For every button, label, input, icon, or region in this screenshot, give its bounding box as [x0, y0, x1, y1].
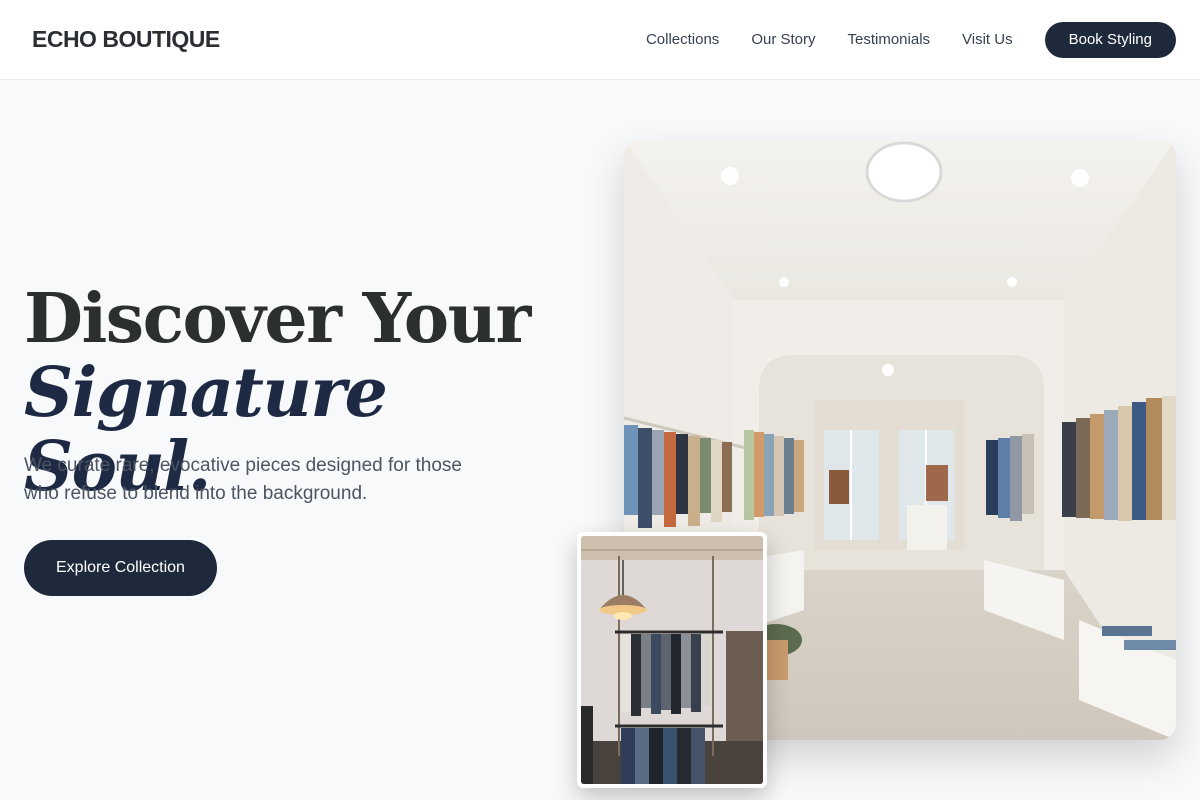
nav-link-collections[interactable]: Collections — [646, 31, 719, 48]
hero-subtitle: We curate rare, evocative pieces designe… — [24, 455, 462, 504]
hero-title-line1: Discover Your — [24, 279, 531, 359]
nav-link-testimonials[interactable]: Testimonials — [848, 31, 931, 48]
nav-link-our-story[interactable]: Our Story — [751, 31, 815, 48]
site-header: ECHO BOUTIQUE Collections Our Story Test… — [0, 0, 1200, 80]
explore-collection-button[interactable]: Explore Collection — [24, 540, 217, 596]
nav-link-visit-us[interactable]: Visit Us — [962, 31, 1013, 48]
main-nav: Collections Our Story Testimonials Visit… — [646, 21, 1176, 58]
brand-logo[interactable]: ECHO BOUTIQUE — [32, 26, 220, 53]
book-styling-button[interactable]: Book Styling — [1044, 21, 1176, 58]
clothing-rack-photo — [577, 532, 767, 788]
